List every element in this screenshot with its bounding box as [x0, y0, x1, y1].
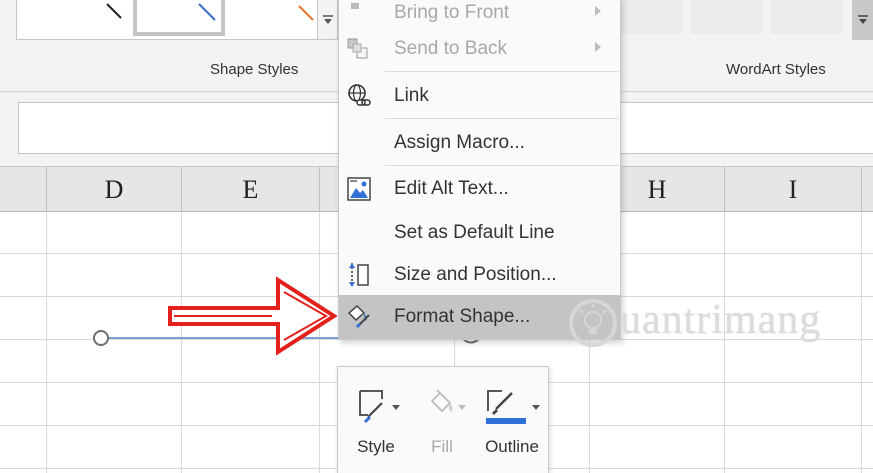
bring-to-front-icon [351, 3, 359, 9]
menu-item-edit-alt-text[interactable]: Edit Alt Text... [339, 167, 620, 211]
menu-item-set-default-line[interactable]: Set as Default Line [339, 211, 620, 255]
fill-button-label: Fill [431, 437, 453, 456]
style-button-label: Style [357, 437, 395, 456]
alt-text-icon [347, 177, 371, 201]
style-button[interactable]: Style [346, 381, 406, 461]
watermark-lightbulb-icon [569, 299, 617, 347]
mini-toolbar: Style Fill Outline [337, 366, 549, 473]
fill-button[interactable]: Fill [412, 381, 472, 461]
outline-button-label: Outline [485, 437, 539, 456]
outline-button[interactable]: Outline [478, 381, 540, 461]
watermark: uantrimang [568, 292, 873, 354]
line-start-handle[interactable] [93, 330, 109, 346]
menu-separator [385, 165, 619, 166]
menu-item-link[interactable]: Link [339, 74, 620, 118]
format-shape-icon [347, 304, 370, 329]
outline-pen-icon [486, 390, 540, 424]
submenu-arrow-icon [595, 42, 601, 52]
fill-bucket-icon [430, 389, 466, 413]
size-position-icon [349, 263, 369, 287]
send-to-back-icon [347, 38, 368, 59]
menu-item-assign-macro[interactable]: Assign Macro... [339, 121, 620, 165]
red-arrow-icon [168, 276, 338, 356]
watermark-text: uantrimang [620, 297, 822, 343]
shape-style-icon [359, 390, 400, 423]
menu-separator [385, 71, 619, 72]
context-menu: Bring to Front Send to Back Link Assign … [338, 0, 621, 340]
link-globe-icon [348, 84, 371, 106]
menu-separator [385, 118, 619, 119]
menu-item-size-and-position[interactable]: Size and Position... [339, 253, 620, 297]
menu-item-send-to-back[interactable]: Send to Back [339, 27, 620, 71]
submenu-arrow-icon [595, 6, 601, 16]
